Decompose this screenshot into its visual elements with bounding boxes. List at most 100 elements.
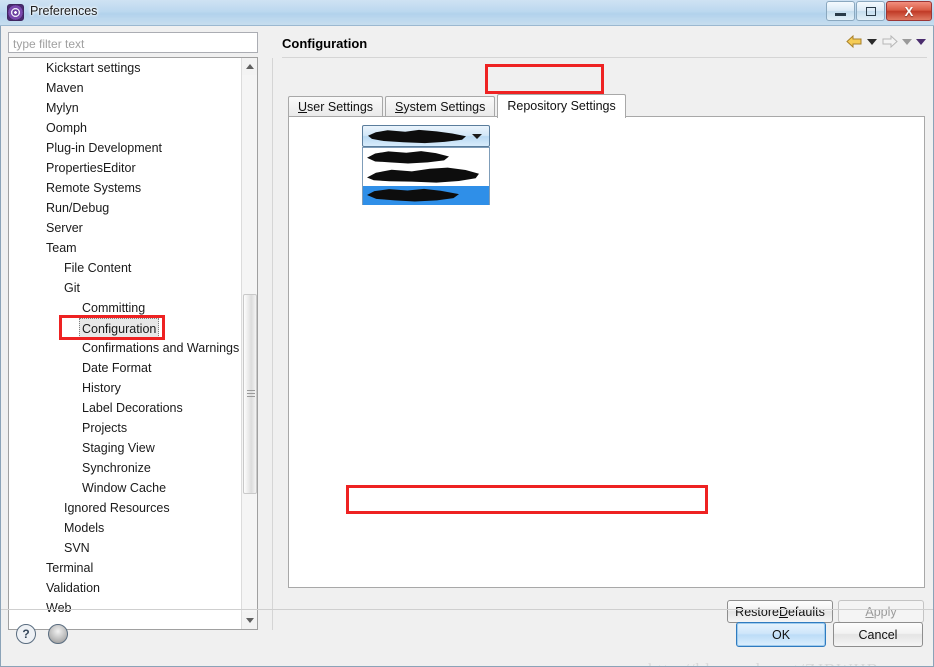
tree-item-confirmations-and-warnings[interactable]: Confirmations and Warnings	[9, 338, 242, 358]
tree-item-remote-systems[interactable]: Remote Systems	[9, 178, 242, 198]
tree-item-plug-in-development[interactable]: Plug-in Development	[9, 138, 242, 158]
tree-item-label: Projects	[82, 421, 128, 435]
view-menu-chevron-down-icon[interactable]	[916, 38, 926, 45]
preference-tree-panel: Kickstart settings Maven Mylyn Oomph Plug-in…	[8, 57, 258, 630]
option-text-redacted	[367, 167, 479, 183]
tree-item-projects[interactable]: Projects	[9, 418, 242, 438]
tree-item-label: History	[82, 381, 121, 395]
apply-button: Apply	[838, 600, 924, 623]
tree-item-label: Remote Systems	[46, 181, 142, 195]
tree-item-date-format[interactable]: Date Format	[9, 358, 242, 378]
tab-system-settings[interactable]: System Settings	[385, 96, 496, 118]
minimize-icon	[835, 12, 846, 16]
aero-glass-backdrop	[0, 0, 934, 25]
tree-item-oomph[interactable]: Oomph	[9, 118, 242, 138]
tree-item-maven[interactable]: Maven	[9, 78, 242, 98]
tree-item-server[interactable]: Server	[9, 218, 242, 238]
tab-system-settings-label: ystem Settings	[403, 100, 486, 114]
tree-item-team[interactable]: Team	[9, 238, 242, 258]
tree-scrollbar[interactable]	[241, 58, 257, 629]
filter-input[interactable]	[8, 32, 258, 53]
header-divider	[282, 57, 927, 58]
tree-item-svn[interactable]: SVN	[9, 538, 242, 558]
window-title: Preferences	[30, 4, 98, 18]
arrow-down-icon	[246, 618, 254, 623]
tree-item-committing[interactable]: Committing	[9, 298, 242, 318]
tree-item-label: Maven	[46, 81, 84, 95]
window-title-bar: Preferences X	[0, 0, 934, 26]
maximize-button[interactable]	[856, 1, 885, 21]
tree-item-git[interactable]: Git	[9, 278, 242, 298]
tab-repository-settings-label: Repository Settings	[507, 99, 616, 113]
repository-selected-value-redacted	[368, 129, 466, 144]
dialog-body: Kickstart settings Maven Mylyn Oomph Plug-in…	[0, 26, 934, 667]
tree-scroll-thumb[interactable]	[243, 294, 257, 494]
tree-item-label: Models	[64, 521, 105, 535]
tree-item-label: Git	[64, 281, 80, 295]
tree-item-staging-view[interactable]: Staging View	[9, 438, 242, 458]
back-arrow-icon[interactable]	[846, 34, 863, 49]
footer-divider	[0, 609, 934, 610]
panel-divider	[272, 58, 273, 630]
preference-tree: Kickstart settings Maven Mylyn Oomph Plug-in…	[9, 58, 242, 618]
navigation-toolbar	[846, 34, 926, 49]
status-ball-icon[interactable]	[48, 624, 68, 644]
repository-option-3[interactable]	[363, 186, 489, 205]
watermark-text: http://blog.csdn.net/ZJBWHB	[648, 660, 879, 667]
back-history-chevron-down-icon[interactable]	[867, 38, 877, 45]
tree-item-label: Run/Debug	[46, 201, 110, 215]
tree-item-label: File Content	[64, 261, 132, 275]
tab-repository-settings[interactable]: Repository Settings	[497, 94, 626, 118]
tree-item-propertieseditor[interactable]: PropertiesEditor	[9, 158, 242, 178]
ok-button[interactable]: OK	[736, 622, 826, 647]
tree-item-file-content[interactable]: File Content	[9, 258, 242, 278]
tree-item-label: Date Format	[82, 361, 152, 375]
tree-item-label: PropertiesEditor	[46, 161, 136, 175]
forward-arrow-icon	[882, 34, 898, 49]
repository-combo[interactable]	[362, 125, 490, 147]
arrow-up-icon	[246, 64, 254, 69]
tree-item-label: SVN	[64, 541, 90, 555]
tab-user-settings[interactable]: User Settings	[288, 96, 384, 118]
tree-item-synchronize[interactable]: Synchronize	[9, 458, 242, 478]
tree-item-kickstart-settings[interactable]: Kickstart settings	[9, 58, 242, 78]
tree-item-label: Label Decorations	[82, 401, 183, 415]
scroll-down-button[interactable]	[242, 612, 257, 629]
tree-item-mylyn[interactable]: Mylyn	[9, 98, 242, 118]
scroll-up-button[interactable]	[242, 58, 257, 75]
settings-tabs: User Settings System Settings Repository…	[288, 94, 628, 118]
tree-item-configuration[interactable]: Configuration	[9, 318, 242, 340]
tree-item-validation[interactable]: Validation	[9, 578, 242, 598]
preferences-dialog: Preferences X Kickstart settings Maven Myl…	[0, 0, 934, 667]
tree-item-label-decorations[interactable]: Label Decorations	[9, 398, 242, 418]
forward-history-chevron-down-icon	[902, 38, 912, 45]
tree-item-label: Configuration	[79, 318, 160, 340]
window-controls: X	[825, 1, 932, 21]
option-text-redacted	[367, 188, 459, 202]
tree-item-history[interactable]: History	[9, 378, 242, 398]
repository-option-2[interactable]	[363, 167, 489, 186]
tree-item-label: Synchronize	[82, 461, 151, 475]
tree-item-web[interactable]: Web	[9, 598, 242, 618]
minimize-button[interactable]	[826, 1, 855, 21]
repository-option-1[interactable]	[363, 148, 489, 167]
help-icon[interactable]: ?	[16, 624, 36, 644]
help-glyph: ?	[22, 627, 30, 641]
tree-item-models[interactable]: Models	[9, 518, 242, 538]
tree-item-label: Plug-in Development	[46, 141, 163, 155]
tree-item-terminal[interactable]: Terminal	[9, 558, 242, 578]
cancel-button[interactable]: Cancel	[833, 622, 923, 647]
maximize-icon	[865, 6, 876, 16]
chevron-down-icon[interactable]	[472, 134, 482, 139]
close-button[interactable]: X	[886, 1, 932, 21]
tree-item-label: Staging View	[82, 441, 155, 455]
tree-item-ignored-resources[interactable]: Ignored Resources	[9, 498, 242, 518]
page-title: Configuration	[282, 36, 368, 51]
tree-item-window-cache[interactable]: Window Cache	[9, 478, 242, 498]
tree-item-label: Server	[46, 221, 83, 235]
tree-item-label: Ignored Resources	[64, 501, 170, 515]
restore-defaults-button[interactable]: Restore Defaults	[727, 600, 833, 623]
tree-item-label: Team	[46, 241, 77, 255]
repository-dropdown-list[interactable]	[362, 147, 490, 205]
tree-item-run-debug[interactable]: Run/Debug	[9, 198, 242, 218]
